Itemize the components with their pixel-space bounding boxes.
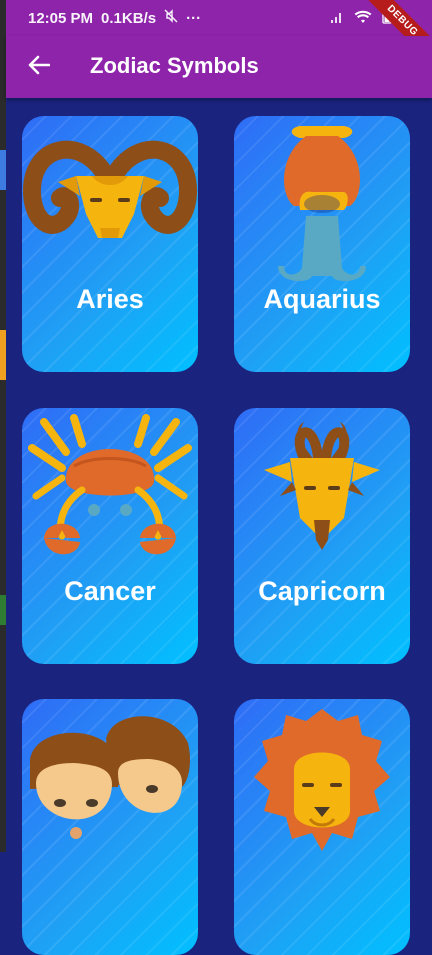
zodiac-card-cancer[interactable]: Cancer <box>22 408 198 664</box>
signal-icon <box>330 10 344 28</box>
zodiac-name: Cancer <box>64 576 156 606</box>
back-button[interactable] <box>20 48 58 86</box>
goat-icon <box>264 422 380 550</box>
twins-icon <box>30 716 190 839</box>
crab-icon <box>28 414 192 555</box>
zodiac-name: Capricorn <box>258 576 386 606</box>
zodiac-card-capricorn[interactable]: Capricorn <box>234 408 410 664</box>
zodiac-name: Aquarius <box>263 284 381 314</box>
zodiac-card-aries[interactable]: Aries <box>22 116 198 372</box>
status-bar: 12:05 PM 0.1KB/s ··· DEBUG <box>6 0 432 70</box>
status-network-speed: 0.1KB/s <box>101 9 157 27</box>
page-title: Zodiac Symbols <box>90 53 259 78</box>
zodiac-card-aquarius[interactable]: Aquarius <box>234 116 410 372</box>
app-bar: Zodiac Symbols <box>6 36 432 98</box>
status-time: 12:05 PM <box>28 9 94 27</box>
wifi-icon <box>354 10 372 28</box>
zodiac-card-leo[interactable] <box>234 699 410 955</box>
zodiac-grid: Aries Aquarius Cancer Capricorn <box>0 98 432 955</box>
lion-icon <box>254 709 390 851</box>
zodiac-card-gemini[interactable] <box>22 699 198 955</box>
arrow-back-icon <box>28 55 51 80</box>
zodiac-name: Aries <box>76 284 144 314</box>
more-notifications-icon: ··· <box>186 9 202 27</box>
mute-icon <box>164 9 178 27</box>
water-jar-icon <box>278 126 366 282</box>
ram-icon <box>23 140 197 238</box>
